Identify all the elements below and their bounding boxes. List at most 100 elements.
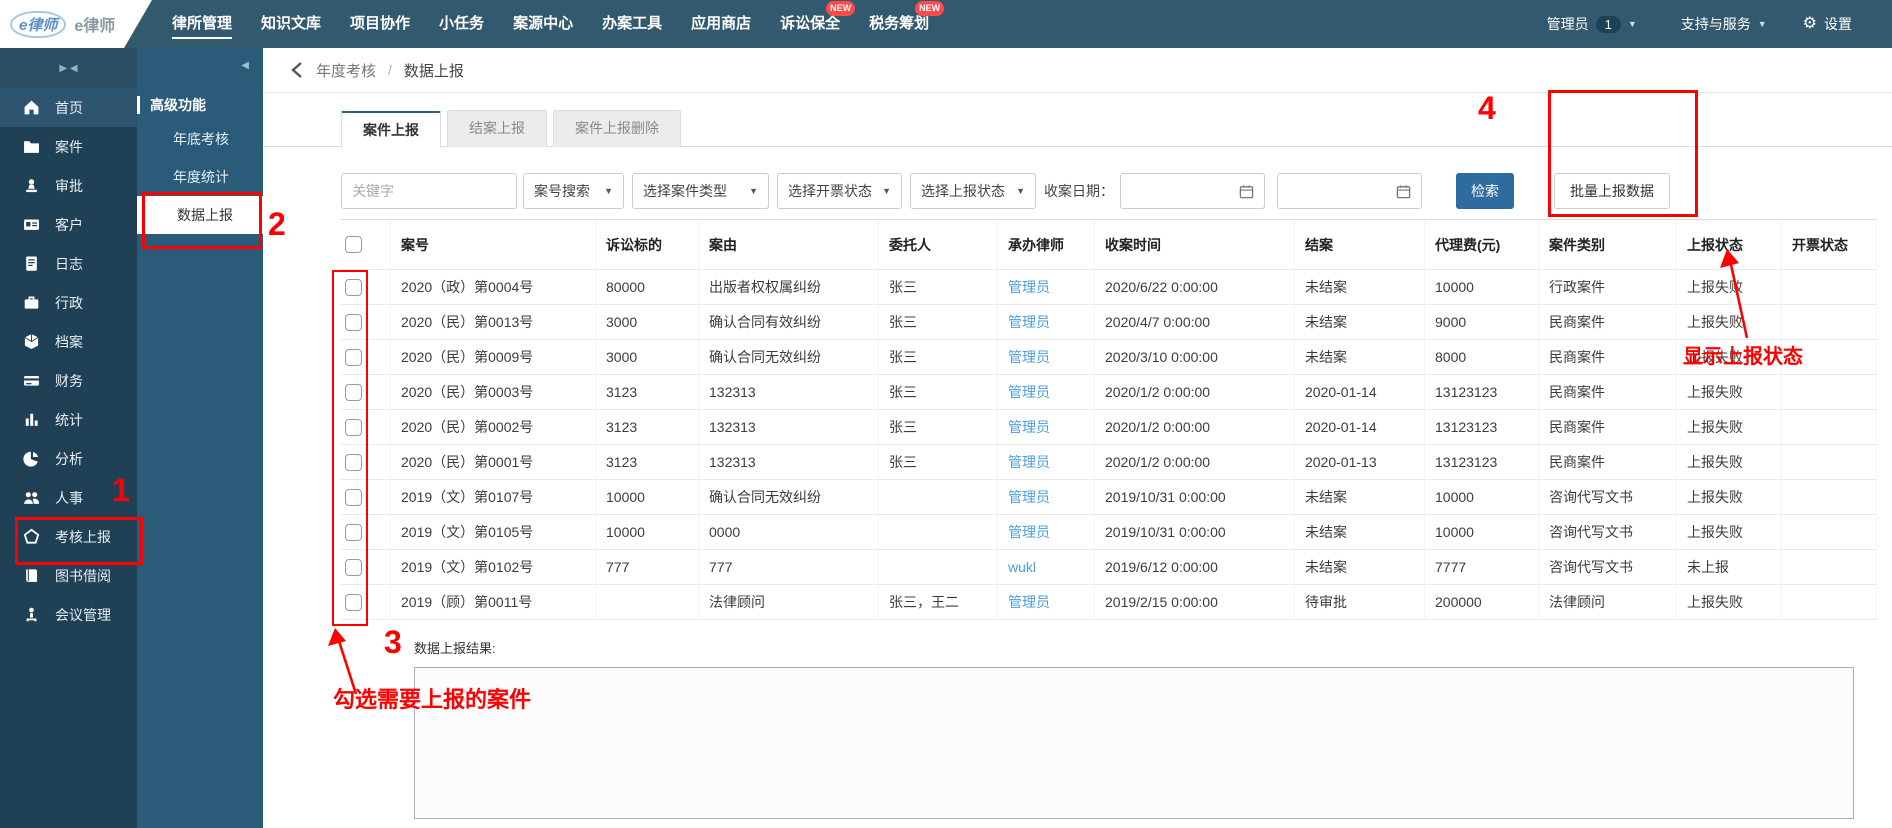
cell-category: 咨询代写文书 xyxy=(1539,515,1677,549)
sidebar-item-report[interactable]: 考核上报 xyxy=(0,517,137,556)
secondary-sidebar-collapse-toggle[interactable]: ◀ xyxy=(137,48,263,82)
sidebar-item-finance[interactable]: 财务 xyxy=(0,361,137,400)
table-row[interactable]: 2020（政）第0004号 80000 出版者权权属纠纷 张三 管理员 2020/6/22… xyxy=(341,270,1877,305)
sidebar-item-log[interactable]: 日志 xyxy=(0,244,137,283)
column-header: 收案时间 xyxy=(1095,220,1295,269)
cell-value: 咨询代写文书 xyxy=(1549,559,1633,575)
top-nav-item[interactable]: 诉讼保全 NEW xyxy=(780,0,856,48)
settings-button[interactable]: ⚙ 设置 xyxy=(1803,14,1852,34)
table-row[interactable]: 2020（民）第0013号 3000 确认合同有效纠纷 张三 管理员 2020/4/7 0… xyxy=(341,305,1877,340)
cell-amount: 3000 xyxy=(596,340,699,374)
sidebar-item-library[interactable]: 图书借阅 xyxy=(0,556,137,595)
table-row[interactable]: 2019（文）第0105号 10000 0000 管理员 2019/10/31 0:00… xyxy=(341,515,1877,550)
table-row[interactable]: 2019（文）第0107号 10000 确认合同无效纠纷 管理员 2019/10/31 … xyxy=(341,480,1877,515)
row-checkbox[interactable] xyxy=(345,488,362,506)
cell-value: 民商案件 xyxy=(1549,454,1605,470)
lawyer-link[interactable]: 管理员 xyxy=(1008,452,1050,472)
lawyer-link[interactable]: 管理员 xyxy=(1008,347,1050,367)
cell-received: 2019/10/31 0:00:00 xyxy=(1095,515,1295,549)
date-from-input[interactable] xyxy=(1131,183,1231,199)
row-checkbox[interactable] xyxy=(345,383,362,401)
breadcrumb-current: 数据上报 xyxy=(403,62,464,80)
case-type-select[interactable]: 选择案件类型 ▼ xyxy=(632,173,769,209)
top-nav-item[interactable]: 办案工具 xyxy=(602,0,662,48)
date-to-input[interactable] xyxy=(1288,183,1388,199)
sidebar-item-hr[interactable]: 人事 xyxy=(0,478,137,517)
search-button[interactable]: 检索 xyxy=(1456,173,1514,209)
sidebar-item-analysis[interactable]: 分析 xyxy=(0,439,137,478)
user-menu[interactable]: 管理员 1 ▼ xyxy=(1547,14,1637,34)
lawyer-link[interactable]: 管理员 xyxy=(1008,592,1050,612)
table-row[interactable]: 2019（顾）第0011号 法律顾问 张三，王二 管理员 2019/2/15 0:00:… xyxy=(341,585,1877,620)
tab-item[interactable]: 案件上报删除 xyxy=(553,110,681,147)
sidebar-item-approval[interactable]: 审批 xyxy=(0,166,137,205)
lawyer-link[interactable]: 管理员 xyxy=(1008,277,1050,297)
sidebar-item-archive[interactable]: 档案 xyxy=(0,322,137,361)
calendar-icon[interactable] xyxy=(1239,184,1254,199)
secondary-sidebar-item[interactable]: 数据上报 xyxy=(137,196,263,234)
top-nav-item[interactable]: 小任务 xyxy=(439,0,484,48)
secondary-sidebar-item[interactable]: 年底考核 xyxy=(137,120,263,158)
new-badge: NEW xyxy=(826,1,856,16)
secondary-sidebar-items: 年底考核 年度统计 数据上报 xyxy=(137,120,263,234)
cell-category: 咨询代写文书 xyxy=(1539,550,1677,584)
support-menu[interactable]: 支持与服务 ▼ xyxy=(1681,14,1767,34)
table-row[interactable]: 2020（民）第0001号 3123 132313 张三 管理员 2020/1/2 0:0… xyxy=(341,445,1877,480)
report-result-label: 数据上报结果: xyxy=(414,641,496,656)
sidebar-item-customer[interactable]: 客户 xyxy=(0,205,137,244)
cell-client: 张三 xyxy=(879,445,998,479)
select-all-checkbox[interactable] xyxy=(345,236,362,253)
top-nav-item[interactable]: 案源中心 xyxy=(513,0,573,48)
top-nav-item[interactable]: 项目协作 xyxy=(350,0,410,48)
tab-active[interactable]: 案件上报 xyxy=(341,111,441,148)
tab-item[interactable]: 结案上报 xyxy=(447,110,547,147)
breadcrumb-parent[interactable]: 年度考核 xyxy=(316,60,376,81)
top-nav-item[interactable]: 税务筹划 NEW xyxy=(869,0,945,48)
top-nav: 律所管理 知识文库 项目协作 小任务 案源中心 办案工具 应用商店 诉讼保全 NEW 税务筹划 NE… xyxy=(172,0,945,48)
sidebar-item-label: 人事 xyxy=(55,489,83,506)
top-nav-item[interactable]: 应用商店 xyxy=(691,0,751,48)
chevron-down-icon: ▼ xyxy=(749,186,758,196)
row-checkbox[interactable] xyxy=(345,313,362,331)
sidebar-item-label: 客户 xyxy=(55,216,83,233)
app-logo[interactable]: e律师 e律师 xyxy=(0,0,152,48)
cell-lawyer: 管理员 xyxy=(998,585,1095,619)
secondary-sidebar-item[interactable]: 年度统计 xyxy=(137,158,263,196)
table-row[interactable]: 2020（民）第0009号 3000 确认合同无效纠纷 张三 管理员 2020/3/10 … xyxy=(341,340,1877,375)
sidebar-collapse-toggle[interactable]: ▶ ◀ xyxy=(0,48,137,88)
table-row[interactable]: 2019（文）第0102号 777 777 wukl 2019/6/12 0:00:00… xyxy=(341,550,1877,585)
report-result-textarea[interactable] xyxy=(414,667,1854,819)
cell-value: 2020-01-14 xyxy=(1305,419,1377,435)
back-icon[interactable] xyxy=(290,61,304,79)
row-checkbox[interactable] xyxy=(345,523,362,541)
calendar-icon[interactable] xyxy=(1396,184,1411,199)
cell-value: 2020/6/22 0:00:00 xyxy=(1105,279,1218,295)
row-checkbox[interactable] xyxy=(345,453,362,471)
sidebar-item-home[interactable]: 首页 xyxy=(0,88,137,127)
lawyer-link[interactable]: 管理员 xyxy=(1008,382,1050,402)
row-checkbox[interactable] xyxy=(345,558,362,576)
lawyer-link[interactable]: 管理员 xyxy=(1008,522,1050,542)
top-nav-item-label: 项目协作 xyxy=(350,15,411,32)
sidebar-item-stats[interactable]: 统计 xyxy=(0,400,137,439)
report-status-select[interactable]: 选择上报状态 ▼ xyxy=(910,173,1036,209)
table-row[interactable]: 2020（民）第0003号 3123 132313 张三 管理员 2020/1/2 0:0… xyxy=(341,375,1877,410)
sidebar-item-admin[interactable]: 行政 xyxy=(0,283,137,322)
row-checkbox[interactable] xyxy=(345,348,362,366)
invoice-status-select[interactable]: 选择开票状态 ▼ xyxy=(777,173,902,209)
row-checkbox[interactable] xyxy=(345,418,362,436)
lawyer-link[interactable]: wukl xyxy=(1008,559,1036,575)
lawyer-link[interactable]: 管理员 xyxy=(1008,487,1050,507)
lawyer-link[interactable]: 管理员 xyxy=(1008,417,1050,437)
lawyer-link[interactable]: 管理员 xyxy=(1008,312,1050,332)
table-row[interactable]: 2020（民）第0002号 3123 132313 张三 管理员 2020/1/2 0:0… xyxy=(341,410,1877,445)
keyword-input[interactable] xyxy=(352,183,506,199)
batch-report-button[interactable]: 批量上报数据 xyxy=(1554,173,1670,209)
sidebar-item-meeting[interactable]: 会议管理 xyxy=(0,595,137,634)
row-checkbox[interactable] xyxy=(345,278,362,296)
top-nav-item[interactable]: 律所管理 xyxy=(172,0,233,48)
top-nav-item[interactable]: 知识文库 xyxy=(261,0,321,48)
row-checkbox[interactable] xyxy=(345,593,362,611)
sidebar-item-case[interactable]: 案件 xyxy=(0,127,137,166)
search-type-select[interactable]: 案号搜索 ▼ xyxy=(523,173,624,209)
